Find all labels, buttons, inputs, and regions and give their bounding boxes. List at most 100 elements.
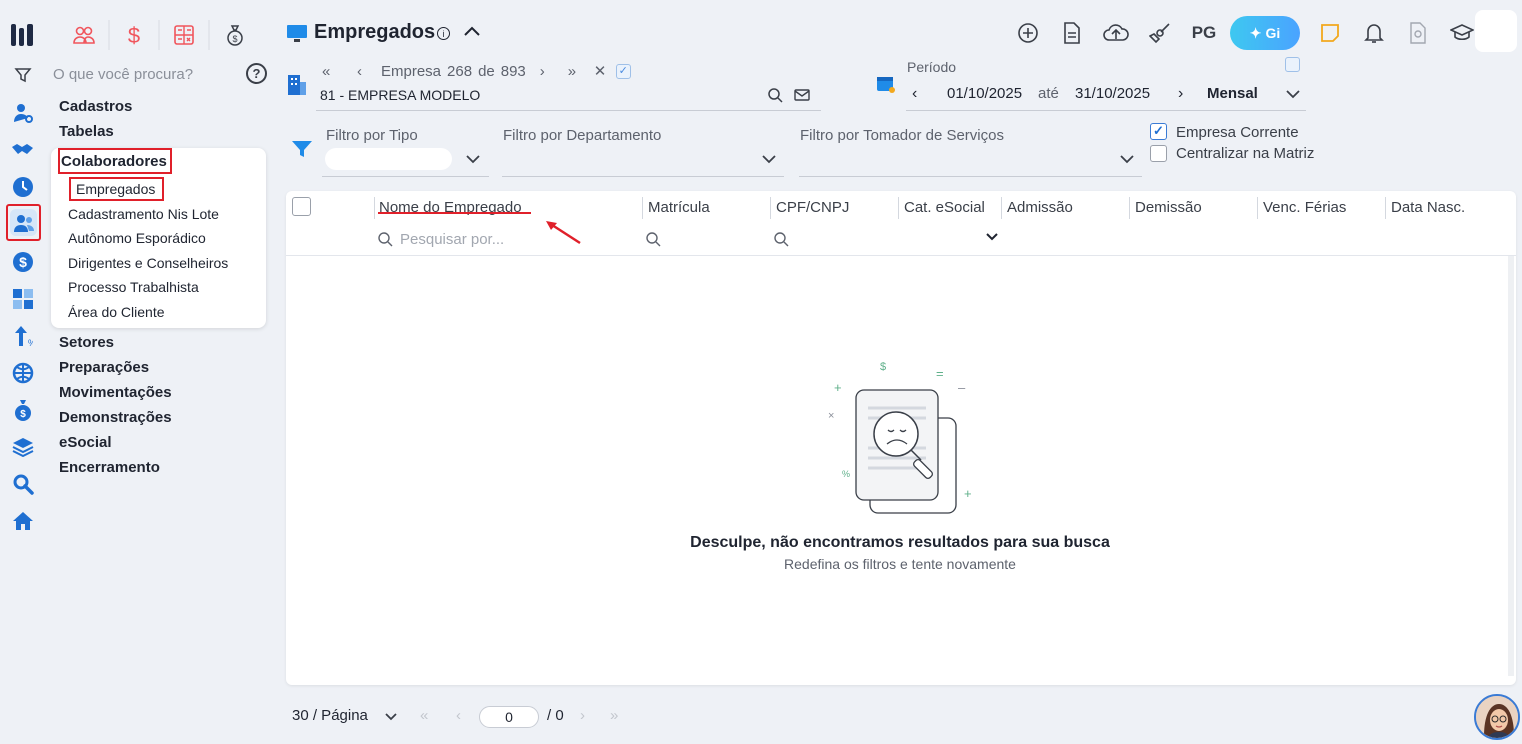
- col-cpf-cnpj[interactable]: CPF/CNPJ: [776, 199, 849, 216]
- clock-icon[interactable]: [8, 172, 38, 202]
- periodo-label: Período: [907, 59, 957, 75]
- prev-page-button-icon[interactable]: ‹: [456, 707, 461, 724]
- prev-icon[interactable]: ‹: [357, 63, 379, 80]
- centralizar-checkbox[interactable]: [1150, 145, 1167, 162]
- user-avatar[interactable]: [1475, 10, 1517, 52]
- periodo-checkbox[interactable]: [1285, 57, 1300, 72]
- logo-icon[interactable]: [8, 20, 38, 50]
- help-icon[interactable]: ?: [246, 63, 267, 84]
- menu-esocial[interactable]: eSocial: [59, 434, 112, 451]
- filtro-tomador-chevron-icon[interactable]: [1118, 150, 1136, 171]
- empty-state-subtitle: Redefina os filtros e tente novamente: [784, 556, 1016, 572]
- people-icon[interactable]: [6, 204, 41, 241]
- svg-text:$: $: [19, 254, 27, 270]
- dollar-sign-icon[interactable]: $: [110, 20, 160, 50]
- search-icon[interactable]: [767, 87, 783, 106]
- handshake-icon[interactable]: [8, 135, 38, 165]
- sticky-note-icon[interactable]: [1312, 15, 1348, 51]
- sub-item-empregados[interactable]: Empregados: [76, 181, 155, 197]
- dollar-icon[interactable]: $: [8, 247, 38, 277]
- svg-text:=: =: [936, 366, 944, 381]
- globe-grid-icon[interactable]: [8, 358, 38, 388]
- gi-assistant-button[interactable]: ✦ Gi: [1230, 16, 1300, 50]
- page-size-select[interactable]: 30 / Página: [292, 707, 368, 724]
- chevron-down-icon[interactable]: [1284, 85, 1302, 106]
- periodo-next-icon[interactable]: ›: [1178, 85, 1183, 103]
- next-page-button-icon[interactable]: ›: [580, 707, 585, 724]
- menu-search-input[interactable]: O que você procura?: [53, 66, 193, 83]
- nome-underline-annotation: [378, 212, 531, 214]
- money-bag-outline-icon[interactable]: $: [210, 20, 260, 50]
- doc-search-icon[interactable]: [1400, 15, 1436, 51]
- money-bag-icon[interactable]: $: [8, 395, 38, 425]
- mail-icon[interactable]: [794, 88, 810, 105]
- sub-item-area-do-cliente[interactable]: Área do Cliente: [68, 304, 165, 320]
- periodo-from[interactable]: 01/10/2025: [947, 85, 1022, 102]
- col-venc-ferias[interactable]: Venc. Férias: [1263, 199, 1346, 216]
- sub-item-processo-trabalhista[interactable]: Processo Trabalhista: [68, 279, 199, 295]
- add-circle-icon[interactable]: [1010, 15, 1046, 51]
- col-demissao[interactable]: Demissão: [1135, 199, 1202, 216]
- sub-item-autonomo-esporadico[interactable]: Autônomo Esporádico: [68, 230, 206, 246]
- periodo-mode-select[interactable]: Mensal: [1207, 85, 1258, 102]
- select-all-checkbox[interactable]: [292, 197, 311, 216]
- menu-movimentacoes[interactable]: Movimentações: [59, 384, 172, 401]
- filtro-departamento-chevron-icon[interactable]: [760, 150, 778, 171]
- menu-cadastros[interactable]: Cadastros: [59, 98, 132, 115]
- column-separator: [1385, 197, 1386, 219]
- calculator-outline-icon[interactable]: [160, 20, 210, 50]
- menu-preparacoes[interactable]: Preparações: [59, 359, 149, 376]
- user-gear-icon[interactable]: [8, 98, 38, 128]
- sparkle-icon: ✦: [1249, 24, 1262, 41]
- page-number-input[interactable]: 0: [479, 706, 539, 728]
- next-icon[interactable]: ›: [540, 63, 562, 80]
- col-matricula[interactable]: Matrícula: [648, 199, 710, 216]
- magnifier-icon[interactable]: [8, 469, 38, 499]
- first-page-button-icon[interactable]: «: [420, 707, 428, 724]
- close-icon[interactable]: ✕: [594, 62, 612, 80]
- layers-icon[interactable]: [8, 432, 38, 462]
- filtro-tipo-input[interactable]: [325, 148, 452, 170]
- document-icon[interactable]: [1054, 15, 1090, 51]
- home-icon[interactable]: [8, 506, 38, 536]
- assistant-avatar[interactable]: [1474, 694, 1520, 740]
- table-scrollbar[interactable]: [1508, 256, 1514, 676]
- first-page-icon[interactable]: «: [322, 63, 344, 80]
- nome-search-input[interactable]: Pesquisar por...: [400, 231, 504, 248]
- sub-item-dirigentes[interactable]: Dirigentes e Conselheiros: [68, 255, 228, 271]
- empresa-checkbox[interactable]: ✓: [615, 63, 631, 79]
- empresa-name-field[interactable]: 81 - EMPRESA MODELO: [320, 87, 480, 103]
- people-outline-icon[interactable]: [60, 20, 110, 50]
- svg-text:%: %: [28, 338, 33, 348]
- chevron-up-icon[interactable]: [462, 22, 482, 45]
- menu-demonstracoes[interactable]: Demonstrações: [59, 409, 172, 426]
- page-size-chevron-icon[interactable]: [384, 709, 398, 726]
- col-data-nasc[interactable]: Data Nasc.: [1391, 199, 1465, 216]
- cpf-search-icon[interactable]: [773, 231, 789, 250]
- empresa-label: Empresa: [381, 62, 442, 80]
- bell-icon[interactable]: [1356, 15, 1392, 51]
- matricula-search-icon[interactable]: [645, 231, 661, 250]
- cat-esocial-chevron-icon[interactable]: [985, 229, 999, 246]
- menu-setores[interactable]: Setores: [59, 334, 114, 351]
- info-icon[interactable]: i: [437, 27, 450, 40]
- upload-percent-icon[interactable]: %: [8, 321, 38, 351]
- empresa-corrente-checkbox[interactable]: ✓: [1150, 123, 1167, 140]
- funnel-icon[interactable]: [291, 139, 313, 162]
- calculator-icon[interactable]: [8, 284, 38, 314]
- cloud-upload-icon[interactable]: [1098, 15, 1134, 51]
- broom-icon[interactable]: [1142, 15, 1178, 51]
- col-admissao[interactable]: Admissão: [1007, 199, 1073, 216]
- sub-item-cadastramento-nis-lote[interactable]: Cadastramento Nis Lote: [68, 206, 219, 222]
- col-cat-esocial[interactable]: Cat. eSocial: [904, 199, 985, 216]
- menu-tabelas[interactable]: Tabelas: [59, 123, 114, 140]
- menu-colaboradores[interactable]: Colaboradores: [61, 153, 167, 170]
- periodo-to[interactable]: 31/10/2025: [1075, 85, 1150, 102]
- filter-icon[interactable]: [8, 60, 38, 90]
- pg-button[interactable]: PG: [1186, 15, 1222, 51]
- menu-encerramento[interactable]: Encerramento: [59, 459, 160, 476]
- periodo-prev-icon[interactable]: ‹: [912, 85, 917, 103]
- filtro-tipo-chevron-icon[interactable]: [464, 150, 482, 171]
- last-page-button-icon[interactable]: »: [610, 707, 618, 724]
- last-page-icon[interactable]: »: [568, 63, 590, 80]
